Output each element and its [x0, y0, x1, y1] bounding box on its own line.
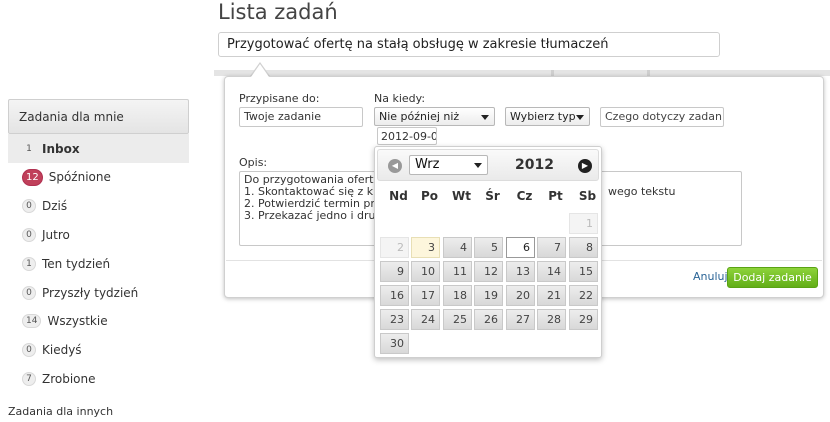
task-subject-field[interactable]: Czego dotyczy zadanie?: [600, 107, 724, 127]
count-badge: 12: [22, 168, 43, 186]
calendar-day[interactable]: 19: [474, 285, 503, 306]
weekday-label: Cz: [516, 189, 533, 203]
count-badge: 0: [22, 199, 36, 214]
calendar-day[interactable]: 23: [380, 309, 409, 330]
weekday-label: Pt: [548, 189, 563, 203]
calendar-day[interactable]: 24: [411, 309, 440, 330]
calendar-day[interactable]: 3: [411, 237, 440, 258]
add-task-button[interactable]: Dodaj zadanie: [727, 267, 818, 288]
sidebar-item-label: Inbox: [42, 141, 80, 156]
sidebar-header-others-tasks[interactable]: Zadania dla innych: [8, 405, 113, 418]
count-badge: 7: [22, 371, 36, 386]
chevron-down-icon: [576, 115, 584, 120]
calendar-day[interactable]: 11: [443, 261, 472, 282]
calendar-day[interactable]: 12: [474, 261, 503, 282]
task-title-input[interactable]: Przygotować ofertę na stałą obsługę w za…: [218, 32, 720, 57]
cancel-link[interactable]: Anuluj: [693, 270, 728, 283]
sidebar-item-next-week[interactable]: 0 Przyszły tydzień: [8, 278, 189, 307]
sidebar-item-label: Kiedyś: [42, 343, 82, 358]
sidebar-item-overdue[interactable]: 12 Spóźnione: [8, 163, 189, 192]
description-line-start: 3. Przekazać jedno i drugie: [244, 209, 393, 222]
calendar-day[interactable]: 27: [506, 309, 535, 330]
calendar-day[interactable]: 22: [569, 285, 598, 306]
assigned-to-label: Przypisane do:: [239, 92, 320, 105]
description-label: Opis:: [239, 156, 268, 169]
weekday-label: Nd: [389, 189, 408, 203]
sidebar-item-tomorrow[interactable]: 0 Jutro: [8, 221, 189, 250]
due-mode-value: Nie później niż: [379, 110, 460, 123]
calendar-day[interactable]: 30: [380, 333, 409, 354]
sidebar-item-label: Zrobione: [42, 371, 96, 386]
sidebar-list: 1 Inbox 12 Spóźnione 0 Dziś 0 Jutro 1 Te…: [8, 134, 189, 393]
weekday-label: Sb: [578, 189, 597, 203]
due-date-field[interactable]: 2012-09-06: [377, 127, 437, 145]
count-badge: 1: [22, 256, 36, 271]
calendar-day[interactable]: 26: [474, 309, 503, 330]
description-line-tail: wego tekstu: [608, 185, 676, 198]
count-badge: 0: [22, 285, 36, 300]
sidebar-item-someday[interactable]: 0 Kiedyś: [8, 336, 189, 365]
task-type-value: Wybierz typ: [510, 110, 576, 123]
calendar-day[interactable]: 20: [506, 285, 535, 306]
count-badge: 0: [22, 227, 36, 242]
calendar-day[interactable]: 8: [569, 237, 598, 258]
sidebar-item-label: Spóźnione: [48, 170, 111, 185]
panel-pointer-fill: [251, 64, 269, 77]
calendar-day[interactable]: 1: [569, 213, 598, 234]
sidebar-item-label: Ten tydzień: [42, 256, 111, 271]
due-mode-select[interactable]: Nie później niż: [374, 107, 495, 126]
calendar-day[interactable]: 7: [537, 237, 566, 258]
year-label: 2012: [515, 157, 554, 173]
chevron-down-icon: [474, 163, 482, 168]
sidebar-item-all[interactable]: 14 Wszystkie: [8, 307, 189, 336]
datepicker: ◀ Wrz 2012 ▶ Nd Po Wt Śr Cz Pt Sb 1 2 3 4 5 6 7 8 9 10 1…: [374, 146, 602, 358]
calendar-day[interactable]: 18: [443, 285, 472, 306]
calendar-day[interactable]: 28: [537, 309, 566, 330]
calendar-day[interactable]: 14: [537, 261, 566, 282]
sidebar-item-done[interactable]: 7 Zrobione: [8, 365, 189, 394]
count-badge: 14: [22, 314, 42, 329]
sidebar-item-inbox[interactable]: 1 Inbox: [8, 134, 189, 163]
datepicker-header: ◀ Wrz 2012 ▶: [377, 149, 599, 181]
sidebar-item-label: Dziś: [42, 199, 68, 214]
weekday-label: Śr: [485, 189, 500, 203]
chevron-right-icon[interactable]: ▶: [578, 159, 592, 173]
page-title: Lista zadań: [218, 0, 338, 24]
sidebar-item-label: Wszystkie: [47, 314, 108, 329]
weekday-label: Wt: [452, 189, 471, 203]
weekday-label: Po: [420, 189, 439, 203]
calendar-day[interactable]: 25: [443, 309, 472, 330]
task-type-select[interactable]: Wybierz typ: [505, 107, 590, 126]
sidebar-item-this-week[interactable]: 1 Ten tydzień: [8, 249, 189, 278]
calendar-day[interactable]: 5: [474, 237, 503, 258]
count-badge: 1: [26, 143, 32, 154]
calendar-day[interactable]: 21: [537, 285, 566, 306]
due-label: Na kiedy:: [374, 92, 426, 105]
calendar-day[interactable]: 13: [506, 261, 535, 282]
sidebar-item-label: Przyszły tydzień: [42, 285, 139, 300]
chevron-left-icon[interactable]: ◀: [388, 159, 402, 173]
count-badge: 0: [22, 343, 36, 358]
calendar-day[interactable]: 15: [569, 261, 598, 282]
assigned-to-field[interactable]: Twoje zadanie: [239, 107, 363, 127]
month-select[interactable]: Wrz: [409, 155, 488, 175]
weekday-row: Nd Po Wt Śr Cz Pt Sb: [379, 189, 599, 203]
sidebar-item-label: Jutro: [42, 227, 70, 242]
calendar-day[interactable]: 6: [506, 237, 535, 258]
calendar-day[interactable]: 2: [380, 237, 409, 258]
chevron-down-icon: [481, 115, 489, 120]
calendar-day[interactable]: 17: [411, 285, 440, 306]
sidebar-item-today[interactable]: 0 Dziś: [8, 192, 189, 221]
sidebar-header-my-tasks[interactable]: Zadania dla mnie: [8, 99, 189, 134]
calendar-day[interactable]: 29: [569, 309, 598, 330]
calendar-day[interactable]: 16: [380, 285, 409, 306]
month-value: Wrz: [415, 157, 440, 172]
calendar-day[interactable]: 9: [380, 261, 409, 282]
calendar-day[interactable]: 10: [411, 261, 440, 282]
calendar-day[interactable]: 4: [443, 237, 472, 258]
